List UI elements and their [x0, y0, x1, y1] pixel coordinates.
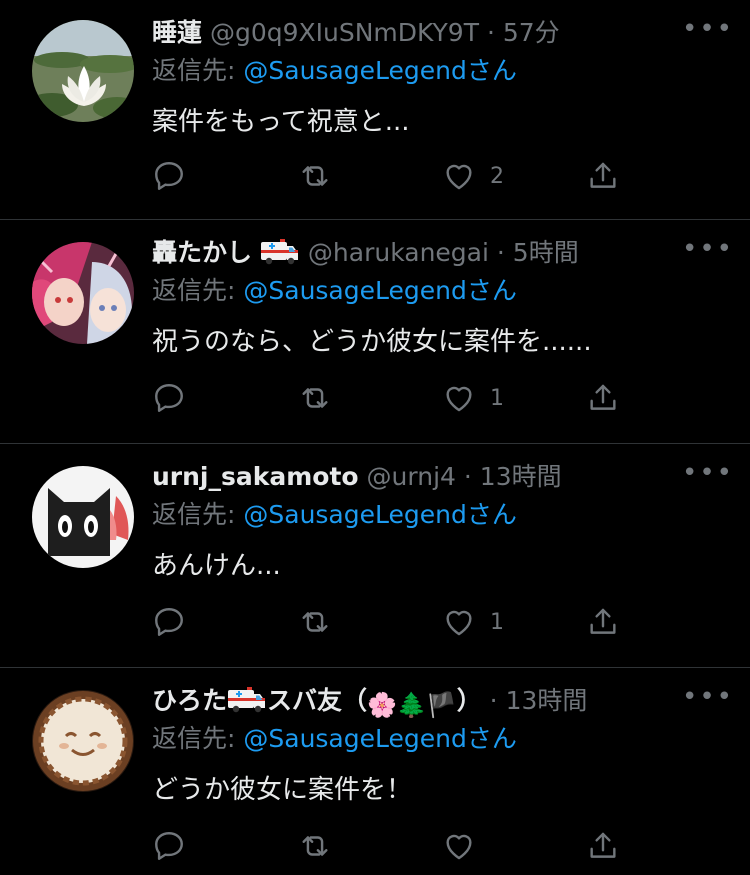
more-icon[interactable]: •••	[682, 236, 732, 266]
like-icon	[442, 605, 476, 639]
tweet-header: ひろた スバ友（🌸🌲🏴） · 13時間	[152, 684, 690, 722]
display-name-mid: スバ友（	[267, 686, 368, 715]
reply-mention[interactable]: @SausageLegend	[243, 724, 466, 753]
more-icon[interactable]: •••	[682, 684, 732, 714]
reply-suffix: さん	[466, 56, 517, 85]
reply-prefix: 返信先:	[152, 276, 244, 305]
user-avatar-cat[interactable]	[32, 466, 134, 568]
share-button[interactable]	[586, 826, 620, 866]
reply-prefix: 返信先:	[152, 56, 244, 85]
retweet-button[interactable]	[298, 826, 332, 866]
display-name[interactable]: 轟たかし	[152, 238, 252, 267]
retweet-icon	[298, 159, 332, 193]
share-icon	[586, 829, 620, 863]
ambulance-icon	[260, 237, 300, 265]
reply-icon	[152, 381, 186, 415]
tweet[interactable]: ひろた スバ友（🌸🌲🏴） · 13時間 ••• 返信先: @SausageLege…	[0, 668, 750, 875]
tweet[interactable]: urnj_sakamoto @urnj4 · 13時間 ••• 返信先: @Sa…	[0, 444, 750, 668]
blossom-icon: 🌸	[367, 691, 397, 719]
retweet-button[interactable]	[298, 378, 332, 418]
reply-prefix: 返信先:	[152, 724, 244, 753]
tweet-text: 祝うのなら、どうか彼女に案件を......	[152, 327, 592, 357]
reply-mention[interactable]: @SausageLegend	[243, 56, 466, 85]
action-bar: 1	[152, 378, 632, 418]
like-icon	[442, 829, 476, 863]
tweet-header: 轟たかし @harukanegai · 5時間	[152, 236, 690, 270]
separator-dot: ·	[496, 238, 505, 267]
like-button[interactable]	[442, 826, 490, 866]
action-bar: 2	[152, 156, 632, 196]
user-handle[interactable]: @urnj4	[367, 462, 456, 491]
tweet-header: urnj_sakamoto @urnj4 · 13時間	[152, 460, 690, 494]
user-avatar-lotus[interactable]	[32, 20, 134, 122]
reply-mention[interactable]: @SausageLegend	[243, 276, 466, 305]
retweet-icon	[298, 605, 332, 639]
reply-context: 返信先: @SausageLegendさん	[152, 274, 517, 308]
retweet-button[interactable]	[298, 156, 332, 196]
timestamp[interactable]: 57分	[503, 18, 560, 47]
action-bar	[152, 826, 632, 866]
user-handle[interactable]: @harukanegai	[308, 238, 489, 267]
share-icon	[586, 381, 620, 415]
display-name[interactable]: ひろた	[152, 686, 227, 715]
retweet-icon	[298, 829, 332, 863]
reply-suffix: さん	[466, 276, 517, 305]
pirate-flag-icon: 🏴	[426, 691, 457, 719]
user-avatar-latte[interactable]	[32, 690, 134, 792]
reply-context: 返信先: @SausageLegendさん	[152, 722, 517, 756]
retweet-icon	[298, 381, 332, 415]
more-icon[interactable]: •••	[682, 460, 732, 490]
ambulance-icon	[227, 685, 267, 713]
separator-dot: ·	[489, 686, 498, 715]
tree-icon: 🌲	[396, 691, 427, 719]
tweet[interactable]: 睡蓮 @g0q9XIuSNmDKY9T · 57分 ••• 返信先: @Saus…	[0, 0, 750, 220]
reply-icon	[152, 829, 186, 863]
display-name[interactable]: 睡蓮	[152, 18, 202, 47]
reply-button[interactable]	[152, 602, 186, 642]
timestamp[interactable]: 13時間	[506, 686, 588, 715]
reply-button[interactable]	[152, 378, 186, 418]
share-icon	[586, 159, 620, 193]
timestamp[interactable]: 5時間	[513, 238, 579, 267]
like-button[interactable]: 1	[442, 602, 504, 642]
reply-context: 返信先: @SausageLegendさん	[152, 54, 517, 88]
share-button[interactable]	[586, 602, 620, 642]
reply-prefix: 返信先:	[152, 500, 244, 529]
like-count: 1	[490, 385, 504, 411]
reply-suffix: さん	[466, 500, 517, 529]
like-button[interactable]: 1	[442, 378, 504, 418]
display-name[interactable]: urnj_sakamoto	[152, 462, 359, 491]
tweet-text: どうか彼女に案件を！	[152, 775, 413, 805]
share-icon	[586, 605, 620, 639]
retweet-button[interactable]	[298, 602, 332, 642]
like-count: 2	[490, 163, 504, 189]
share-button[interactable]	[586, 378, 620, 418]
timestamp[interactable]: 13時間	[480, 462, 562, 491]
reply-icon	[152, 605, 186, 639]
user-avatar-anime[interactable]	[32, 242, 134, 344]
share-button[interactable]	[586, 156, 620, 196]
reply-mention[interactable]: @SausageLegend	[243, 500, 466, 529]
user-handle[interactable]: @g0q9XIuSNmDKY9T	[210, 18, 479, 47]
like-icon	[442, 381, 476, 415]
action-bar: 1	[152, 602, 632, 642]
display-name-end: ）	[456, 686, 482, 715]
separator-dot: ·	[486, 18, 495, 47]
like-count: 1	[490, 609, 504, 635]
tweet-text: あんけん...	[152, 551, 281, 581]
reply-suffix: さん	[466, 724, 517, 753]
reply-icon	[152, 159, 186, 193]
separator-dot: ·	[463, 462, 472, 491]
tweet[interactable]: 轟たかし @harukanegai · 5時間 ••• 返信先: @Sausag…	[0, 220, 750, 444]
tweet-text: 案件をもって祝意と...	[152, 107, 410, 137]
tweet-header: 睡蓮 @g0q9XIuSNmDKY9T · 57分	[152, 16, 690, 50]
like-icon	[442, 159, 476, 193]
more-icon[interactable]: •••	[682, 16, 732, 46]
reply-button[interactable]	[152, 826, 186, 866]
reply-context: 返信先: @SausageLegendさん	[152, 498, 517, 532]
like-button[interactable]: 2	[442, 156, 504, 196]
reply-button[interactable]	[152, 156, 186, 196]
